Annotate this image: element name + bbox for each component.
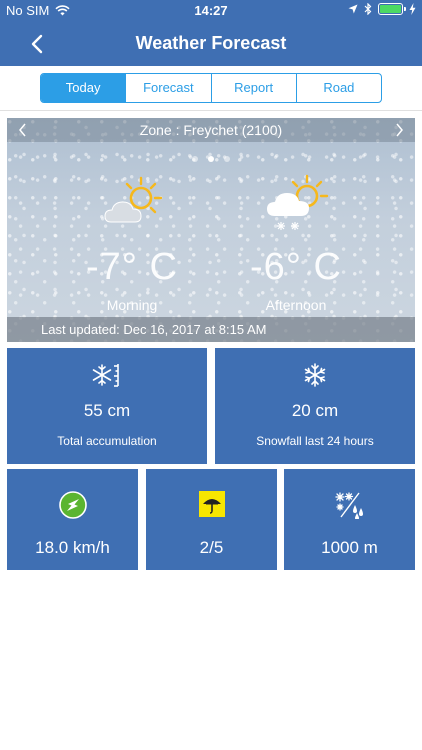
morning-label: Morning: [106, 297, 158, 313]
afternoon-label: Afternoon: [265, 297, 327, 313]
partly-cloudy-icon: [104, 176, 163, 223]
tab-today[interactable]: Today: [41, 74, 126, 102]
page-dot[interactable]: [192, 156, 198, 162]
avalanche-risk-tile[interactable]: 2/5: [146, 469, 277, 570]
forecast-panel[interactable]: Zone : Freychet (2100) -7° C Morning -6°…: [7, 118, 415, 342]
page-dot[interactable]: [224, 156, 230, 162]
snowflake-icon-wrap: [215, 362, 415, 388]
snow-rain-limit-icon: [334, 492, 363, 520]
snowfall-24h-tile[interactable]: 20 cm Snowfall last 24 hours: [215, 348, 415, 464]
page-dot-active[interactable]: [208, 156, 214, 162]
morning-forecast: -7° C Morning: [62, 174, 202, 313]
location-arrow-icon: [348, 4, 358, 14]
wind-direction-icon: [58, 491, 87, 519]
snow-limit-tile[interactable]: 1000 m: [284, 469, 415, 570]
snowfall-24h-label: Snowfall last 24 hours: [256, 434, 374, 448]
snow-limit-value: 1000 m: [321, 538, 378, 557]
avalanche-risk-value: 2/5: [199, 538, 224, 557]
wind-icon-wrap: [7, 491, 138, 519]
charging-bolt-icon: [409, 3, 416, 15]
bluetooth-icon: [364, 3, 372, 15]
afternoon-forecast: -6° C Afternoon: [226, 174, 366, 313]
snow-depth-icon: [92, 364, 119, 387]
zone-bar: Zone : Freychet (2100): [7, 118, 415, 142]
battery-icon: [378, 3, 406, 15]
total-accumulation-tile[interactable]: 55 cm Total accumulation: [7, 348, 207, 464]
total-accumulation-value: 55 cm: [83, 401, 131, 420]
snow-limit-icon-wrap: [284, 491, 415, 520]
tab-report[interactable]: Report: [210, 74, 296, 102]
next-zone-button[interactable]: [389, 119, 409, 143]
total-accumulation-label: Total accumulation: [57, 434, 157, 448]
snow-sun-cloud-icon: [267, 174, 329, 230]
chevron-right-icon: [396, 123, 403, 137]
status-right: [348, 3, 416, 15]
tab-forecast[interactable]: Forecast: [125, 74, 210, 102]
snowfall-24h-value: 20 cm: [291, 401, 339, 420]
morning-temperature: -7° C: [86, 246, 178, 288]
snowflake-icon: [304, 363, 326, 387]
last-updated: Last updated: Dec 16, 2017 at 8:15 AM: [7, 317, 415, 342]
wind-tile[interactable]: 18.0 km/h: [7, 469, 138, 570]
afternoon-temperature: -6° C: [250, 246, 342, 288]
zone-name: Zone : Freychet (2100): [139, 122, 283, 138]
wind-speed-value: 18.0 km/h: [35, 538, 110, 557]
snow-depth-icon-wrap: [7, 362, 207, 388]
page-title: Weather Forecast: [135, 33, 287, 53]
avalanche-icon-wrap: [146, 491, 277, 519]
navigation-bar: Weather Forecast: [0, 22, 422, 66]
tab-bar: Today Forecast Report Road: [40, 73, 382, 103]
page-indicator[interactable]: [7, 149, 415, 167]
status-bar: No SIM 14:27: [0, 0, 422, 22]
divider: [0, 110, 422, 111]
avalanche-risk-icon: [198, 491, 225, 517]
tab-road[interactable]: Road: [295, 74, 381, 102]
